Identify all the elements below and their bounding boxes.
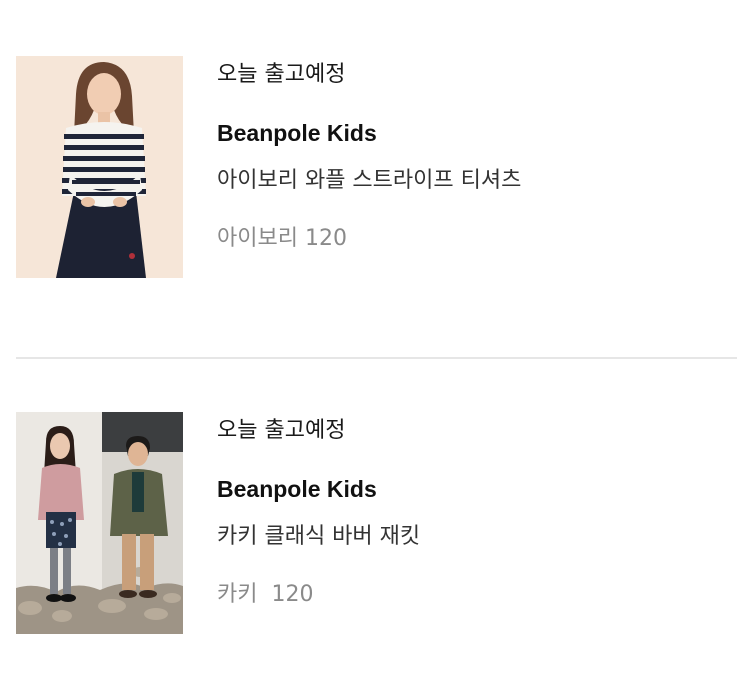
product-image[interactable] bbox=[16, 56, 183, 278]
divider bbox=[16, 357, 737, 359]
product-image[interactable] bbox=[16, 412, 183, 634]
product-option: 카키 120 bbox=[217, 582, 314, 607]
product-option: 아이보리 120 bbox=[217, 226, 347, 251]
product-name[interactable]: 아이보리 와플 스트라이프 티셔츠 bbox=[217, 166, 521, 196]
brand-name[interactable]: Beanpole Kids bbox=[217, 118, 377, 148]
ship-status: 오늘 출고예정 bbox=[217, 418, 346, 443]
product-name[interactable]: 카키 클래식 바버 재킷 bbox=[217, 522, 420, 552]
ship-status: 오늘 출고예정 bbox=[217, 62, 346, 87]
order-item[interactable]: 오늘 출고예정 Beanpole Kids 아이보리 와플 스트라이프 티셔츠 … bbox=[16, 56, 737, 278]
order-item[interactable]: 오늘 출고예정 Beanpole Kids 카키 클래식 바버 재킷 카키 12… bbox=[16, 412, 737, 634]
brand-name[interactable]: Beanpole Kids bbox=[217, 474, 377, 504]
